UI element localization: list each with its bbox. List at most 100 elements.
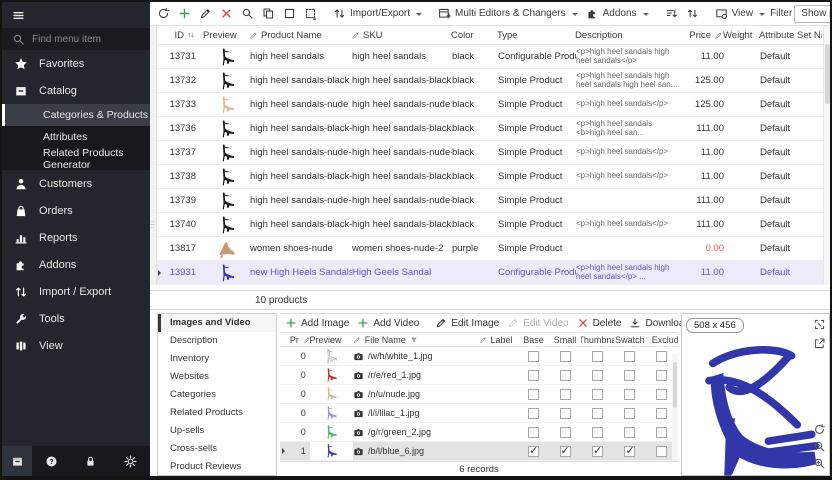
checkbox-unchecked[interactable] — [528, 351, 539, 362]
sidebar-item-customers[interactable]: Customers — [2, 170, 150, 197]
product-row[interactable]: 13737high heel sandals-nude-36high heel … — [150, 141, 830, 165]
sidebar-item-catalog[interactable]: Catalog — [2, 77, 150, 104]
cell-small-checkbox[interactable] — [549, 427, 580, 438]
sidebar-search[interactable]: Find menu item — [2, 28, 150, 50]
cell-thumbnail-checkbox[interactable] — [581, 351, 614, 362]
cell-small-checkbox[interactable] — [549, 389, 580, 400]
cell-base-checkbox[interactable] — [518, 427, 549, 438]
images-toolbar-add-video-button[interactable]: Add Video — [354, 315, 422, 331]
image-row[interactable]: 0/g/r/green_2.jpg — [280, 423, 678, 442]
sidebar-item-attributes[interactable]: Attributes — [2, 126, 150, 148]
images-column-header-thumbna[interactable]: Thumbna — [581, 335, 614, 345]
tab-websites[interactable]: Websites — [158, 368, 276, 386]
view-dropdown[interactable]: View — [712, 5, 769, 22]
cell-base-checkbox[interactable] — [518, 446, 549, 457]
left-splitter[interactable]: :::: — [150, 26, 157, 285]
cell-thumbnail-checkbox[interactable] — [581, 408, 614, 419]
cell-swatch-checkbox[interactable] — [614, 427, 645, 438]
sidebar-item-view[interactable]: View — [2, 332, 150, 359]
images-toolbar-add-image-button[interactable]: Add Image — [282, 315, 352, 331]
zoom-out-icon[interactable] — [813, 440, 826, 453]
product-row[interactable]: 13931new High Heels SandalsHigh Geels Sa… — [150, 261, 830, 285]
checkbox-unchecked[interactable] — [592, 351, 603, 362]
product-row[interactable]: 13731high heel sandalshigh heel sandalsb… — [150, 45, 830, 69]
images-scrollbar[interactable] — [672, 354, 678, 460]
tab-related-products[interactable]: Related Products — [158, 404, 276, 422]
checkbox-checked[interactable] — [624, 446, 635, 457]
cell-base-checkbox[interactable] — [518, 351, 549, 362]
images-column-header-pr[interactable]: Pr — [290, 335, 310, 345]
cell-base-checkbox[interactable] — [518, 370, 549, 381]
tab-product-reviews[interactable]: Product Reviews — [158, 458, 276, 476]
image-row[interactable]: 0/r/e/red_1.jpg — [280, 366, 678, 385]
checkbox-unchecked[interactable] — [560, 370, 571, 381]
cell-swatch-checkbox[interactable] — [614, 351, 645, 362]
cell-swatch-checkbox[interactable] — [614, 446, 645, 457]
checkbox-unchecked[interactable] — [624, 389, 635, 400]
checkbox-unchecked[interactable] — [656, 389, 667, 400]
product-row[interactable]: 13736high heel sandals-black-36high heel… — [150, 117, 830, 141]
tab-inventory[interactable]: Inventory — [158, 350, 276, 368]
gear-icon[interactable] — [124, 455, 137, 468]
column-header-type[interactable]: Type — [497, 30, 575, 41]
checkbox-checked[interactable] — [528, 446, 539, 457]
sidebar-item-categories-products[interactable]: Categories & Products — [2, 104, 150, 126]
sidebar-item-favorites[interactable]: Favorites — [2, 50, 150, 77]
column-header-weight[interactable]: Weight — [723, 30, 759, 41]
cell-thumbnail-checkbox[interactable] — [581, 389, 614, 400]
cell-thumbnail-checkbox[interactable] — [581, 446, 614, 457]
images-column-header-file-name[interactable]: File Name — [353, 335, 479, 345]
product-row[interactable]: 13738high heel sandals-black-37high heel… — [150, 165, 830, 189]
checkbox-unchecked[interactable] — [560, 351, 571, 362]
checkbox-unchecked[interactable] — [528, 370, 539, 381]
tab-cross-sells[interactable]: Cross-sells — [158, 440, 276, 458]
checkbox-unchecked[interactable] — [560, 408, 571, 419]
images-column-header-preview[interactable]: Preview — [310, 335, 353, 345]
tab-up-sells[interactable]: Up-sells — [158, 422, 276, 440]
tab-description[interactable]: Description — [158, 332, 276, 350]
image-row[interactable]: 0/w/h/white_1.jpg — [280, 347, 678, 366]
images-column-header-swatch[interactable]: Swatch — [614, 335, 645, 345]
rotate-icon[interactable] — [813, 423, 826, 436]
cell-thumbnail-checkbox[interactable] — [581, 427, 614, 438]
hamburger-menu-icon[interactable] — [12, 9, 25, 22]
checkbox-unchecked[interactable] — [656, 446, 667, 457]
checkbox-unchecked[interactable] — [528, 427, 539, 438]
product-row[interactable]: 13732high heel sandals-blackhigh heel sa… — [150, 69, 830, 93]
products-scrollbar[interactable] — [823, 26, 830, 285]
sidebar-item-addons[interactable]: Addons — [2, 251, 150, 278]
column-header-product-name[interactable]: Product Name — [249, 30, 351, 41]
checkbox-unchecked[interactable] — [624, 370, 635, 381]
lock-icon[interactable] — [84, 455, 97, 468]
column-header-price[interactable]: Price — [677, 30, 723, 41]
zoom-in-icon[interactable] — [813, 457, 826, 470]
edit-product-button[interactable] — [196, 5, 215, 22]
cell-small-checkbox[interactable] — [549, 351, 580, 362]
checkbox-unchecked[interactable] — [560, 427, 571, 438]
images-toolbar-delete-button[interactable]: Delete — [574, 315, 625, 331]
images-column-header-base[interactable]: Base — [518, 335, 549, 345]
cell-thumbnail-checkbox[interactable] — [581, 370, 614, 381]
refresh-button[interactable] — [154, 5, 173, 22]
paste-button[interactable] — [280, 5, 299, 22]
delete-product-button[interactable] — [217, 5, 236, 22]
image-row[interactable]: 1/b/l/blue_6.jpg — [280, 442, 678, 461]
open-external-icon[interactable] — [813, 337, 826, 350]
images-column-header-exclude[interactable]: Exclude — [646, 335, 678, 345]
column-header-preview[interactable]: Preview — [203, 30, 249, 41]
checkbox-unchecked[interactable] — [624, 427, 635, 438]
add-product-button[interactable] — [175, 5, 194, 22]
images-column-header-small[interactable]: Small — [549, 335, 580, 345]
product-row[interactable]: 13739high heel sandals-nude-37high heel … — [150, 189, 830, 213]
checkbox-unchecked[interactable] — [592, 370, 603, 381]
checkbox-unchecked[interactable] — [656, 408, 667, 419]
images-column-header-label[interactable]: Label — [479, 335, 518, 345]
cell-base-checkbox[interactable] — [518, 389, 549, 400]
cell-swatch-checkbox[interactable] — [614, 408, 645, 419]
sidebar-item-tools[interactable]: Tools — [2, 305, 150, 332]
tab-images-and-video[interactable]: Images and Video — [158, 314, 276, 332]
filter-select[interactable]: Show products from selected categories — [794, 5, 832, 23]
store-manager-icon[interactable] — [2, 446, 32, 476]
sidebar-item-related-products-generator[interactable]: Related Products Generator — [2, 148, 150, 170]
fit-screen-icon[interactable] — [813, 318, 826, 331]
